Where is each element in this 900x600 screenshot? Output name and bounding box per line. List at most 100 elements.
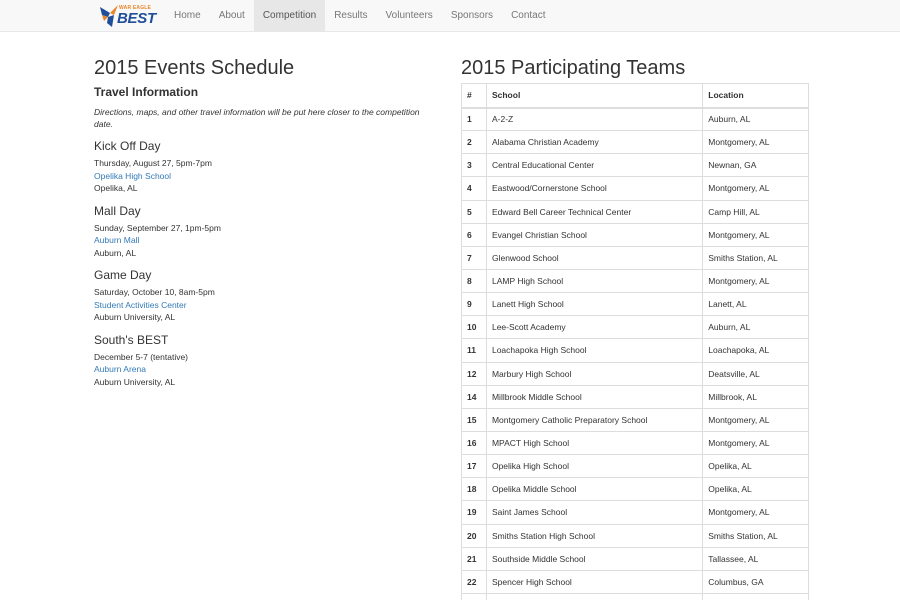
team-school: Loachapoka High School [485,338,704,363]
team-school: Central Educational Center [485,153,704,178]
table-row: 7 Glenwood School Smiths Station, AL [461,245,809,270]
team-number: 14 [461,384,487,409]
team-location: Auburn, AL [702,315,809,340]
team-number: 7 [461,245,487,270]
team-school: A-2-Z [485,106,704,132]
table-row [461,592,809,600]
table-row: 5 Edward Bell Career Technical Center Camp… [461,199,809,224]
table-row: 20 Smiths Station High School Smiths Stati… [461,523,809,548]
team-school: Marbury High School [485,361,704,386]
team-number: 5 [461,199,487,224]
table-row: 10 Lee-Scott Academy Auburn, AL [461,315,809,340]
event-venue-link[interactable]: Student Activities Center [94,299,439,312]
event-venue-link[interactable]: Opelika High School [94,170,439,183]
team-location: Montgomery, AL [702,430,809,456]
event-location: Auburn University, AL [94,376,176,387]
team-location: Deatsville, AL [702,361,809,386]
nav-competition[interactable]: Competition [253,0,326,32]
team-school: Southside Middle School [485,546,704,571]
team-number: 18 [461,477,487,502]
team-school: Millbrook Middle School [485,384,704,409]
team-location: Columbus, GA [702,569,809,594]
table-row: 15 Montgomery Catholic Preparatory School… [461,407,809,432]
team-school: Opelika High School [485,454,704,479]
table-row: 1 A-2-Z Auburn, AL [461,106,809,132]
team-location: Montgomery, AL [702,500,809,525]
nav-about[interactable]: About [210,0,254,32]
team-school: Montgomery Catholic Preparatory School [485,407,704,432]
event-game-day: Game Day Saturday, October 10, 8am-5pm S… [94,267,439,324]
team-school: LAMP High School [485,268,704,294]
team-school: Spencer High School [485,569,704,594]
team-number: 17 [461,454,487,479]
team-number: 8 [461,268,487,294]
team-number: 6 [461,222,487,247]
nav-volunteers[interactable]: Volunteers [377,0,442,32]
table-row: 18 Opelika Middle School Opelika, AL [461,477,809,502]
team-location: Smiths Station, AL [702,245,809,270]
team-location: Smiths Station, AL [702,523,809,548]
team-school: MPACT High School [485,430,704,456]
team-location: Auburn, AL [702,106,809,132]
team-school: Evangel Christian School [485,222,704,247]
event-venue-link[interactable]: Auburn Arena [94,363,439,376]
team-school: Edward Bell Career Technical Center [485,199,704,224]
event-time: December 5-7 (tentative) [94,351,189,362]
team-number: 1 [461,106,487,132]
table-row: 9 Lanett High School Lanett, AL [461,292,809,317]
table-row: 2 Alabama Christian Academy Montgomery, AL [461,130,809,155]
table-row: 4 Eastwood/Cornerstone School Montgomery, … [461,176,809,201]
schedule-title: 2015 Events Schedule [94,57,295,79]
team-number: 20 [461,523,487,548]
team-number: 3 [461,153,487,178]
travel-note: Directions, maps, and other travel infor… [94,107,420,129]
team-location: Montgomery, AL [702,407,809,432]
team-location [702,592,809,600]
event-title: South's BEST [94,332,169,347]
table-row: 3 Central Educational Center Newnan, GA [461,153,809,178]
table-row: 11 Loachapoka High School Loachapoka, AL [461,338,809,363]
event-title: Kick Off Day [94,139,161,153]
nav-contact[interactable]: Contact [502,0,554,32]
team-school: Lee-Scott Academy [485,315,704,340]
team-location: Montgomery, AL [702,268,809,294]
main-nav: Home About Competition Results Volunteer… [165,0,555,32]
travel-heading: Travel Information [94,85,199,99]
event-time: Thursday, August 27, 5pm-7pm [94,158,212,168]
event-location: Auburn University, AL [94,312,176,322]
event-souths-best: South's BEST December 5-7 (tentative) Au… [94,332,439,389]
event-title: Mall Day [94,203,141,218]
column-header-location: Location [702,83,809,109]
team-location: Opelika, AL [702,477,809,502]
team-location: Newnan, GA [702,153,809,178]
team-number: 16 [461,430,487,456]
nav-results[interactable]: Results [325,0,376,32]
team-school: Smiths Station High School [485,523,704,548]
nav-home[interactable]: Home [165,0,210,32]
table-row: 19 Saint James School Montgomery, AL [461,500,809,525]
event-location: Auburn, AL [94,247,137,258]
team-school [485,592,704,600]
team-school: Glenwood School [485,245,704,270]
team-location: Camp Hill, AL [702,199,809,224]
teams-title: 2015 Participating Teams [461,57,686,79]
team-school: Alabama Christian Academy [485,130,704,155]
team-school: Opelika Middle School [485,477,704,502]
team-number: 22 [461,569,487,594]
team-number: 4 [461,176,487,201]
navbar: WAR EAGLE BEST Home About Competition Re… [0,0,900,32]
column-header-num: # [461,83,487,109]
column-header-school: School [485,83,704,109]
team-number: 9 [461,292,487,317]
events-schedule: 2015 Events Schedule Travel Information … [94,55,439,388]
table-row: 8 LAMP High School Montgomery, AL [461,268,809,294]
team-location: Opelika, AL [702,454,809,479]
event-venue-link[interactable]: Auburn Mall [94,234,439,247]
team-number: 19 [461,500,487,525]
team-location: Millbrook, AL [702,384,809,409]
nav-sponsors[interactable]: Sponsors [442,0,502,32]
brand-logo[interactable]: WAR EAGLE BEST [98,3,156,29]
brand-name: BEST [117,10,156,27]
team-number: 11 [461,338,487,363]
table-row: 16 MPACT High School Montgomery, AL [461,430,809,456]
